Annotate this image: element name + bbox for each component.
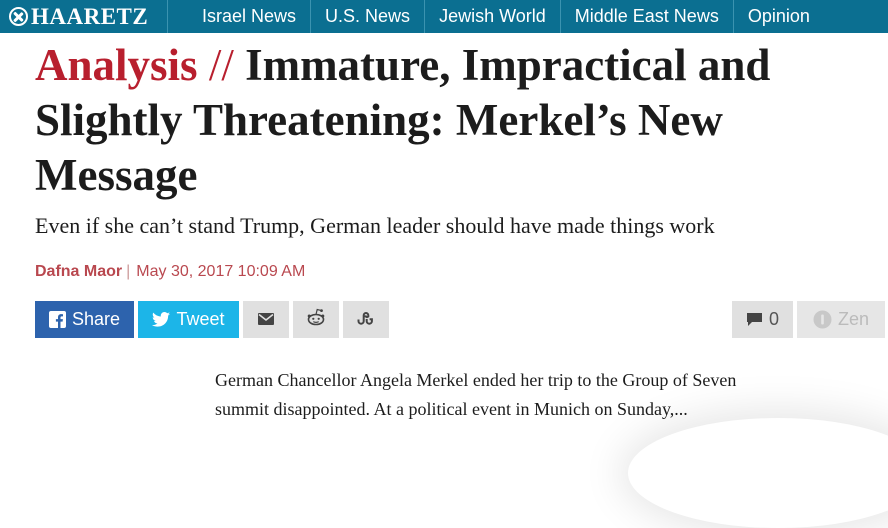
- zen-label: Zen: [837, 309, 870, 329]
- share-label: Share: [71, 309, 121, 329]
- comments-count: 0: [768, 309, 779, 329]
- article-teaser: German Chancellor Angela Merkel ended he…: [215, 370, 737, 419]
- email-icon: [258, 309, 274, 330]
- haaretz-logo[interactable]: HAARETZ: [0, 0, 167, 33]
- facebook-icon: [48, 311, 66, 328]
- main-nav: Israel News U.S. News Jewish World Middl…: [167, 0, 824, 33]
- reddit-share-button[interactable]: [293, 301, 339, 338]
- byline: Dafna Maor | May 30, 2017 10:09 AM: [35, 263, 305, 281]
- article-headline: Analysis // Immature, Impractical and Sl…: [35, 38, 875, 203]
- email-share-button[interactable]: [243, 301, 289, 338]
- reddit-icon: [306, 308, 326, 331]
- zen-icon: [813, 310, 832, 329]
- tweet-button[interactable]: Tweet: [138, 301, 239, 338]
- twitter-icon: [152, 312, 171, 327]
- byline-separator: |: [126, 263, 131, 280]
- comments-button[interactable]: 0: [732, 301, 793, 338]
- stumbleupon-share-button[interactable]: [343, 301, 389, 338]
- nav-opinion[interactable]: Opinion: [732, 0, 824, 33]
- site-header: HAARETZ Israel News U.S. News Jewish Wor…: [0, 0, 888, 33]
- tweet-label: Tweet: [176, 309, 225, 329]
- zen-mode-button[interactable]: Zen: [797, 301, 885, 338]
- haaretz-logo-icon: [9, 7, 28, 26]
- page-edge-shadow: [628, 418, 888, 528]
- stumbleupon-icon: [357, 309, 375, 330]
- logo-text: HAARETZ: [31, 3, 149, 29]
- article-kicker[interactable]: Analysis: [35, 40, 198, 90]
- nav-jewish-world[interactable]: Jewish World: [424, 0, 560, 33]
- nav-middle-east-news[interactable]: Middle East News: [559, 0, 733, 33]
- author-name[interactable]: Dafna Maor: [35, 263, 122, 280]
- comment-icon: [746, 312, 763, 327]
- article-subtitle: Even if she can’t stand Trump, German le…: [35, 213, 715, 238]
- nav-us-news[interactable]: U.S. News: [310, 0, 424, 33]
- kicker-separator: //: [208, 40, 234, 90]
- facebook-share-button[interactable]: Share: [35, 301, 134, 338]
- publish-date: May 30, 2017 10:09 AM: [136, 263, 306, 280]
- nav-israel-news[interactable]: Israel News: [167, 0, 310, 33]
